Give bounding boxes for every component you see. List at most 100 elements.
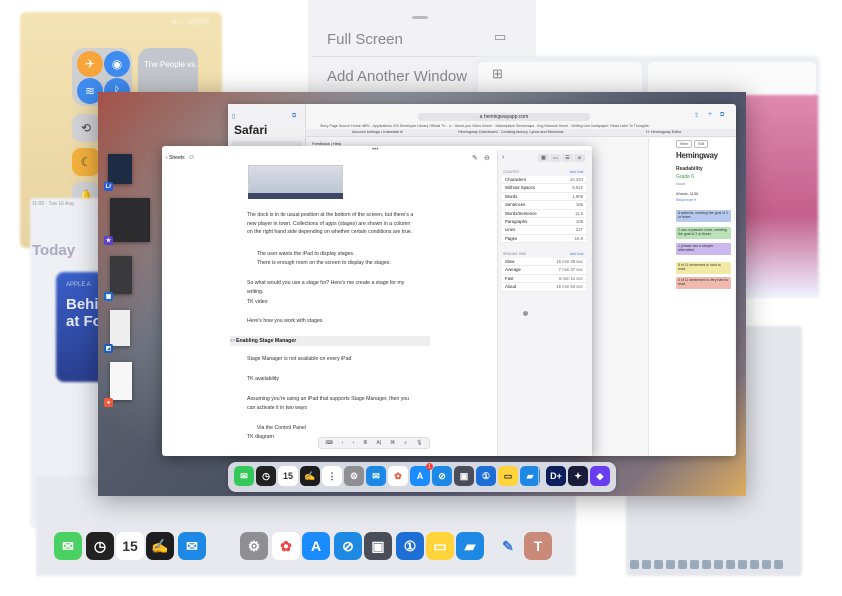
rotation-lock-icon[interactable]: ⟲ bbox=[72, 114, 100, 142]
tab-hemingway-dashboard[interactable]: Hemingway Dashboard - Creating factory, … bbox=[458, 130, 563, 134]
tabs-overview-icon[interactable]: ⧉ bbox=[720, 112, 724, 119]
paragraph[interactable]: TK availability bbox=[247, 375, 417, 384]
redo-icon[interactable]: › bbox=[353, 440, 355, 446]
show-more-link[interactable]: Show more ▾ bbox=[676, 198, 696, 202]
paragraph[interactable]: Via the Control Panel bbox=[257, 424, 427, 433]
reading-row: Slow 15 min 39 sec bbox=[502, 258, 586, 267]
notes-icon[interactable]: ▭ bbox=[426, 532, 454, 560]
paragraph[interactable]: The dock is in its usual position at the… bbox=[247, 211, 417, 237]
stage-thumbnail-4[interactable] bbox=[110, 310, 130, 346]
full-screen-icon: ▭ bbox=[494, 29, 507, 44]
microphone-icon[interactable]: 🎙 bbox=[416, 440, 422, 446]
notes-icon[interactable]: ▭ bbox=[498, 466, 518, 486]
edit-mode-button[interactable]: Edit bbox=[694, 140, 709, 148]
safari-icon[interactable]: ⊘ bbox=[334, 532, 362, 560]
stats-grid-icon[interactable]: ▦ bbox=[538, 154, 549, 162]
share-icon[interactable]: ⇪ bbox=[694, 112, 699, 119]
write-mode-button[interactable]: Write bbox=[676, 140, 693, 148]
back-to-sheets-button[interactable]: ‹ Sheets bbox=[166, 155, 185, 161]
pencil-icon[interactable]: ✎ bbox=[494, 532, 522, 560]
new-tab-icon[interactable]: + bbox=[708, 111, 712, 118]
files-icon[interactable]: ▰ bbox=[456, 532, 484, 560]
onepassword-icon[interactable]: ① bbox=[476, 466, 496, 486]
mail-icon[interactable]: ✉ bbox=[366, 466, 386, 486]
address-bar[interactable]: a hemingwayapp.com bbox=[418, 113, 590, 121]
more-options-icon[interactable]: ⊖ bbox=[484, 154, 490, 162]
stage-thumbnail-2[interactable] bbox=[110, 198, 150, 242]
today-story-title: Behi at Fo bbox=[66, 296, 102, 330]
keyboard-icon[interactable]: ⌨ bbox=[326, 440, 333, 446]
paragraph[interactable]: So what would you use a stage for? Here’… bbox=[247, 279, 417, 296]
stat-row: Characters 10,324 bbox=[502, 176, 586, 185]
undo-icon[interactable]: ‹ bbox=[342, 440, 344, 446]
right-card-art bbox=[740, 95, 818, 295]
right-mini-card-2[interactable] bbox=[648, 62, 816, 96]
reading-add-goal[interactable]: Add Goal bbox=[570, 252, 583, 256]
stat-row: Without Spaces 8,922 bbox=[502, 184, 586, 193]
tab-group-icon[interactable]: ⧉ bbox=[292, 113, 296, 120]
airdrop-icon[interactable]: ◉ bbox=[104, 51, 130, 77]
stage-thumbnail-1[interactable] bbox=[108, 154, 132, 184]
counter-add-goal[interactable]: Add Goal bbox=[570, 170, 583, 174]
calendar-icon[interactable]: 15 bbox=[116, 532, 144, 560]
signature-icon[interactable]: ✍ bbox=[300, 466, 320, 486]
readability-label: Readability bbox=[676, 166, 703, 172]
disney-plus-icon[interactable]: D+ bbox=[546, 466, 566, 486]
stage-thumbnail-5[interactable] bbox=[110, 362, 132, 400]
files-icon[interactable]: ▰ bbox=[520, 466, 540, 486]
paragraph[interactable]: Assuming you’re using an iPad that suppo… bbox=[247, 395, 417, 412]
paragraph[interactable]: Stage Manager is not available on every … bbox=[247, 355, 417, 364]
photos-icon[interactable]: ✿ bbox=[388, 466, 408, 486]
command-icon[interactable]: ⌘ bbox=[390, 440, 395, 446]
paragraph[interactable]: Here’s how you work with stages bbox=[247, 317, 417, 326]
focus-icon[interactable]: ☾ bbox=[72, 148, 100, 176]
mail-icon[interactable]: ✉ bbox=[178, 532, 206, 560]
tes-butterfly-icon[interactable]: ✦ bbox=[568, 466, 588, 486]
reminders-icon[interactable]: ⋮ bbox=[322, 466, 342, 486]
window-grip[interactable]: ••• bbox=[372, 147, 378, 153]
bookmarks-bar[interactable]: Story Page Source Home dBSI - Applicatio… bbox=[320, 124, 650, 128]
airplane-icon[interactable]: ✈ bbox=[77, 51, 103, 77]
settings-icon[interactable]: ⚙ bbox=[344, 466, 364, 486]
heading-marker: ## bbox=[230, 338, 236, 343]
app-store-icon[interactable]: A bbox=[302, 532, 330, 560]
word-count: Words: 1135 bbox=[676, 191, 699, 196]
photos-icon[interactable]: ✿ bbox=[272, 532, 300, 560]
add-window-menu-item[interactable]: Add Another Window bbox=[327, 68, 467, 85]
stage-thumbnail-3[interactable] bbox=[110, 256, 132, 294]
onepassword-icon[interactable]: ① bbox=[396, 532, 424, 560]
list-icon[interactable]: ≣ bbox=[363, 440, 367, 446]
screens-icon[interactable]: ▣ bbox=[454, 466, 474, 486]
stats-chart-icon[interactable]: 〰 bbox=[550, 154, 561, 162]
sidebar-toggle-icon[interactable]: ▯ bbox=[232, 113, 235, 120]
search-icon[interactable]: ⌕ bbox=[404, 440, 407, 446]
messages-icon[interactable]: ✉ bbox=[234, 466, 254, 486]
typeface-icon[interactable]: T bbox=[524, 532, 552, 560]
paragraph[interactable]: There is enough room on the screen to di… bbox=[257, 259, 427, 268]
signature-icon[interactable]: ✍ bbox=[146, 532, 174, 560]
tab-account-settings[interactable]: Account settings • Instadata le bbox=[352, 130, 403, 134]
clock-icon[interactable]: ◷ bbox=[86, 532, 114, 560]
paragraph[interactable]: The user wants the iPad to display stage… bbox=[257, 250, 427, 259]
settings-icon[interactable]: ⚙ bbox=[240, 532, 268, 560]
today-time: 11:00 · Tue 16 Aug bbox=[32, 201, 74, 207]
screens-icon[interactable]: ▣ bbox=[364, 532, 392, 560]
collapse-chevron-icon[interactable]: › bbox=[502, 154, 504, 161]
app-small-icon-2: ● bbox=[104, 398, 113, 407]
today-heading: Today bbox=[32, 242, 76, 259]
smiley-icon[interactable]: ☺ bbox=[188, 154, 195, 161]
mode-toggle[interactable]: Write Edit bbox=[676, 140, 709, 148]
compose-icon[interactable]: ✎ bbox=[472, 154, 478, 162]
messages-icon[interactable]: ✉ bbox=[54, 532, 82, 560]
full-screen-menu-item[interactable]: Full Screen bbox=[327, 31, 403, 48]
clock-icon[interactable]: ◷ bbox=[256, 466, 276, 486]
safari-icon[interactable]: ⊘ bbox=[432, 466, 452, 486]
calendar-icon[interactable]: 15 bbox=[278, 466, 298, 486]
shortcuts-icon[interactable]: ◆ bbox=[590, 466, 610, 486]
text-style-icon[interactable]: A| bbox=[376, 440, 381, 446]
stats-list-icon[interactable]: ☰ bbox=[562, 154, 573, 162]
section-heading[interactable]: Enabling Stage Manager bbox=[236, 338, 296, 344]
stats-attach-icon[interactable]: ⌀ bbox=[574, 154, 585, 162]
paragraph[interactable]: TK video bbox=[247, 298, 417, 307]
tab-hemingway-editor[interactable]: H: Hemingway Editor bbox=[646, 130, 682, 134]
